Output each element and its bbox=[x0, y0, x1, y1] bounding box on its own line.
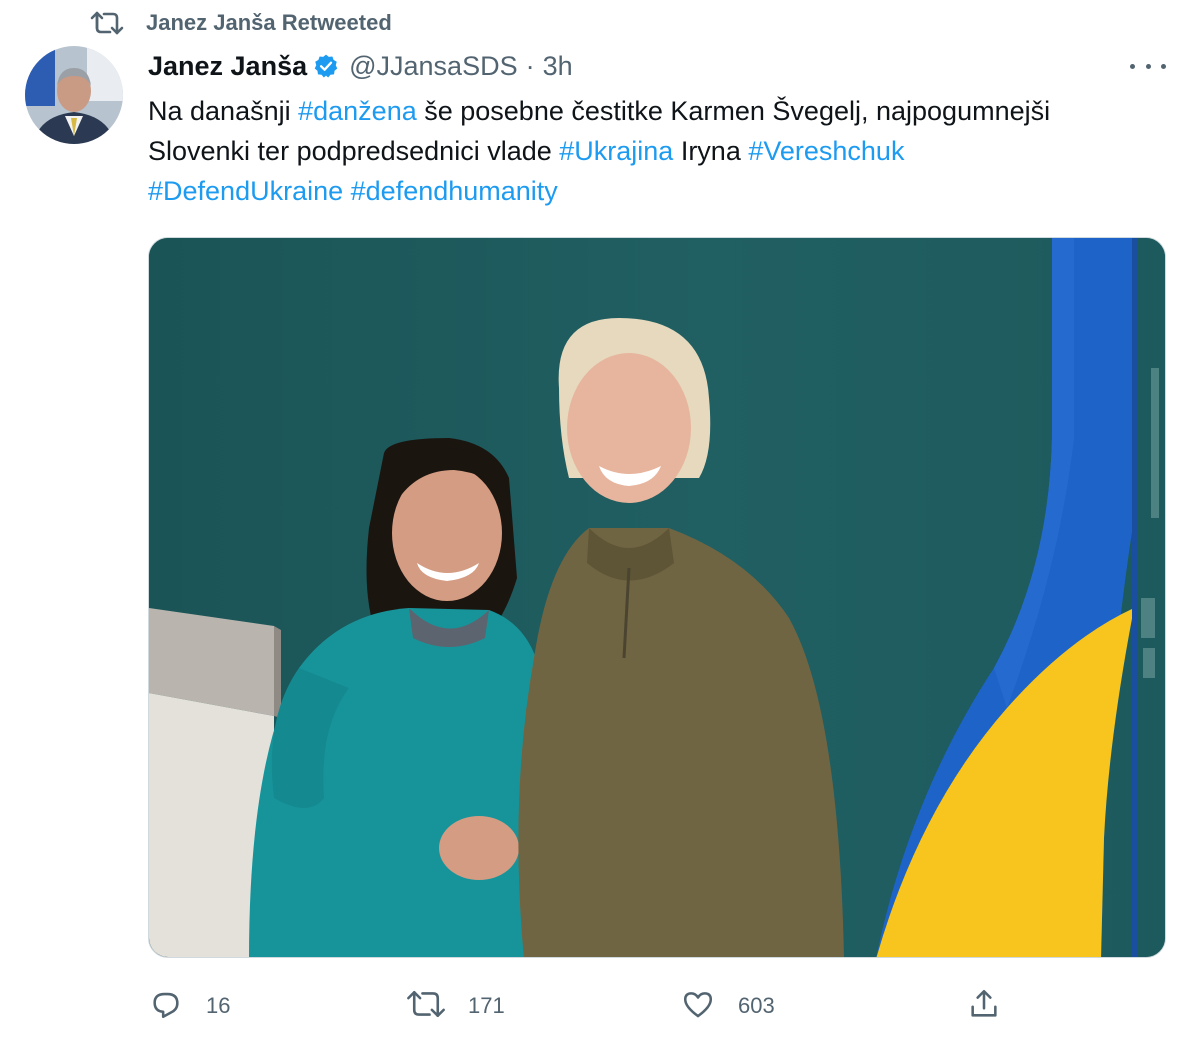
more-icon[interactable] bbox=[1130, 56, 1166, 76]
tweet-text-segment: Slovenki ter podpredsednici vlade bbox=[148, 136, 560, 166]
more-dot bbox=[1161, 63, 1166, 69]
retweet-count: 171 bbox=[468, 993, 505, 1018]
tweet-text-segment: še posebne čestitke Karmen Švegelj, najp… bbox=[416, 96, 1051, 126]
tweet-text-line: #DefendUkraine #defendhumanity bbox=[148, 171, 1178, 211]
more-dot bbox=[1130, 63, 1135, 69]
tweet-photo[interactable] bbox=[148, 237, 1166, 958]
header-separator: · bbox=[525, 50, 535, 81]
reply-button[interactable]: 16 bbox=[148, 988, 230, 1024]
hashtag-link[interactable]: #danžena bbox=[298, 96, 417, 126]
retweet-context: Janez Janša Retweeted bbox=[90, 8, 392, 38]
hashtag-link[interactable]: #Vereshchuk bbox=[748, 136, 904, 166]
like-button[interactable]: 603 bbox=[680, 988, 775, 1024]
author-handle[interactable]: @JJansaSDS bbox=[349, 51, 517, 82]
verified-badge-icon bbox=[313, 53, 339, 79]
retweet-icon bbox=[406, 987, 446, 1026]
retweet-context-icon bbox=[90, 8, 124, 38]
author-name[interactable]: Janez Janša bbox=[148, 51, 307, 82]
tweet-text-line: Na današnji #danžena še posebne čestitke… bbox=[148, 91, 1178, 131]
author-avatar[interactable] bbox=[25, 46, 123, 144]
hashtag-link[interactable]: #DefendUkraine bbox=[148, 176, 343, 206]
hashtag-link[interactable]: #defendhumanity bbox=[351, 176, 558, 206]
tweet-text-line: Slovenki ter podpredsednici vlade #Ukraj… bbox=[148, 131, 1178, 171]
tweet-text-segment: Iryna bbox=[673, 136, 749, 166]
tweet-text: Na današnji #danžena še posebne čestitke… bbox=[148, 91, 1178, 211]
tweet-timestamp[interactable]: 3h bbox=[543, 51, 573, 82]
retweet-context-label[interactable]: Janez Janša Retweeted bbox=[146, 10, 392, 36]
reply-count: 16 bbox=[206, 993, 231, 1018]
tweet-header: Janez Janša @JJansaSDS · 3h bbox=[148, 48, 573, 84]
tweet-actions: 16 171 603 bbox=[148, 988, 1178, 1024]
more-dot bbox=[1145, 63, 1151, 69]
retweet-button[interactable]: 171 bbox=[406, 988, 505, 1024]
like-count: 603 bbox=[738, 993, 775, 1018]
reply-icon bbox=[148, 987, 184, 1026]
hashtag-link[interactable]: #Ukrajina bbox=[559, 136, 673, 166]
heart-icon bbox=[680, 987, 716, 1026]
share-icon bbox=[966, 987, 1002, 1026]
tweet-text-segment bbox=[343, 176, 351, 206]
share-button[interactable] bbox=[966, 988, 1002, 1024]
tweet-text-segment: Na današnji bbox=[148, 96, 299, 126]
